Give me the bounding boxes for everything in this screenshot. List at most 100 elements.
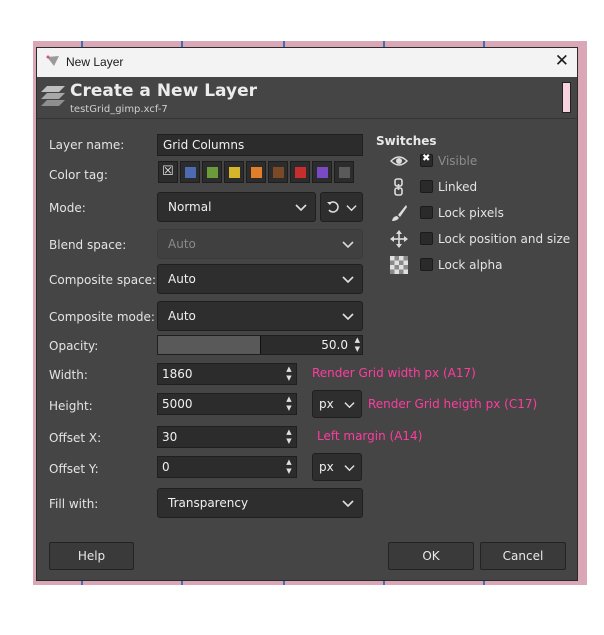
opacity-slider-fill bbox=[158, 336, 261, 354]
mode-dropdown[interactable]: Normal bbox=[157, 192, 316, 222]
eye-icon bbox=[390, 156, 408, 166]
chevron-down-icon bbox=[344, 402, 355, 409]
new-layer-icon bbox=[41, 86, 65, 106]
offset-x-spin-arrows[interactable]: ▲ ▼ bbox=[285, 428, 293, 446]
switch-linked: Linked bbox=[390, 178, 580, 198]
cancel-button[interactable]: Cancel bbox=[480, 542, 566, 570]
height-value: 5000 bbox=[162, 397, 193, 411]
composite-space-label: Composite space: bbox=[49, 273, 157, 287]
paintbrush-icon bbox=[392, 205, 407, 221]
lock-position-checkbox[interactable] bbox=[420, 232, 433, 245]
height-spinbutton[interactable]: 5000 ▲ ▼ bbox=[157, 393, 297, 415]
mode-group-toggle-button[interactable] bbox=[320, 192, 363, 222]
visible-checkbox[interactable] bbox=[420, 153, 433, 167]
color-tag-none[interactable]: ☒ bbox=[158, 161, 178, 183]
no-color-x-icon: ☒ bbox=[162, 164, 174, 179]
chevron-down-icon bbox=[295, 204, 307, 212]
color-tag-selector: ☒ bbox=[158, 161, 354, 185]
lock-pixels-checkbox[interactable] bbox=[420, 206, 433, 219]
offset-unit-value: px bbox=[319, 460, 334, 474]
layer-preview-thumbnail bbox=[562, 82, 571, 113]
canvas-grid-marks-top bbox=[33, 41, 587, 47]
move-arrows-icon bbox=[390, 230, 408, 248]
layer-name-input[interactable] bbox=[157, 134, 363, 156]
switch-lock-position: Lock position and size bbox=[390, 230, 580, 250]
fill-with-label: Fill with: bbox=[49, 497, 99, 511]
linked-label: Linked bbox=[438, 180, 478, 194]
height-spin-arrows[interactable]: ▲ ▼ bbox=[285, 395, 293, 413]
offset-x-annotation: Left margin (A14) bbox=[317, 429, 423, 443]
opacity-slider[interactable]: 50.0 ▲ ▼ bbox=[157, 335, 363, 355]
width-label: Width: bbox=[49, 368, 88, 382]
offset-unit-dropdown[interactable]: px bbox=[312, 453, 362, 481]
opacity-spin-arrows[interactable]: ▲ ▼ bbox=[355, 336, 360, 354]
chevron-down-icon bbox=[342, 276, 354, 284]
color-tag-label: Color tag: bbox=[49, 168, 108, 182]
mode-label: Mode: bbox=[49, 201, 86, 215]
close-icon[interactable]: ✕ bbox=[555, 51, 569, 71]
color-tag-brown[interactable] bbox=[268, 161, 288, 183]
offset-y-value: 0 bbox=[162, 460, 170, 474]
lock-alpha-checkbox[interactable] bbox=[420, 258, 433, 271]
cycle-icon bbox=[327, 201, 339, 213]
window-titlebar: New Layer ✕ bbox=[37, 48, 577, 77]
color-tag-violet[interactable] bbox=[312, 161, 332, 183]
image-name: testGrid_gimp.xcf-7 bbox=[70, 104, 168, 115]
width-spinbutton[interactable]: 1860 ▲ ▼ bbox=[157, 363, 297, 385]
opacity-label: Opacity: bbox=[49, 339, 99, 353]
composite-mode-value: Auto bbox=[168, 309, 196, 323]
height-label: Height: bbox=[49, 399, 93, 413]
blend-space-label: Blend space: bbox=[49, 238, 127, 252]
width-annotation: Render Grid width px (A17) bbox=[312, 366, 476, 380]
lock-pixels-label: Lock pixels bbox=[438, 206, 504, 220]
layer-name-label: Layer name: bbox=[49, 138, 125, 152]
size-unit-value: px bbox=[319, 397, 334, 411]
window-title: New Layer bbox=[66, 55, 124, 69]
composite-space-dropdown[interactable]: Auto bbox=[157, 264, 363, 294]
width-spin-arrows[interactable]: ▲ ▼ bbox=[285, 365, 293, 383]
switches-heading: Switches bbox=[376, 134, 437, 148]
fill-with-dropdown[interactable]: Transparency bbox=[157, 488, 363, 518]
visible-label: Visible bbox=[438, 154, 478, 168]
chevron-down-icon bbox=[344, 465, 355, 472]
chevron-down-icon bbox=[342, 241, 354, 249]
dialog-heading: Create a New Layer bbox=[70, 81, 257, 101]
chevron-down-icon bbox=[342, 500, 354, 508]
lock-position-label: Lock position and size bbox=[438, 232, 571, 246]
offset-y-label: Offset Y: bbox=[49, 462, 99, 476]
color-tag-blue[interactable] bbox=[180, 161, 200, 183]
composite-mode-label: Composite mode: bbox=[49, 310, 155, 324]
fill-with-value: Transparency bbox=[168, 496, 249, 510]
offset-x-spinbutton[interactable]: 30 ▲ ▼ bbox=[157, 426, 297, 448]
color-tag-yellow[interactable] bbox=[224, 161, 244, 183]
height-annotation: Render Grid heigth px (C17) bbox=[368, 397, 538, 411]
width-value: 1860 bbox=[162, 367, 193, 381]
help-button[interactable]: Help bbox=[49, 542, 134, 570]
lock-alpha-label: Lock alpha bbox=[438, 258, 503, 272]
linked-checkbox[interactable] bbox=[420, 180, 433, 193]
switch-lock-pixels: Lock pixels bbox=[390, 204, 580, 224]
color-tag-green[interactable] bbox=[202, 161, 222, 183]
checkerboard-icon bbox=[390, 256, 408, 274]
switch-lock-alpha: Lock alpha bbox=[390, 256, 580, 276]
offset-x-label: Offset X: bbox=[49, 431, 102, 445]
chevron-down-icon bbox=[342, 313, 354, 321]
color-tag-gray[interactable] bbox=[334, 161, 354, 183]
offset-y-spin-arrows[interactable]: ▲ ▼ bbox=[285, 458, 293, 476]
offset-y-spinbutton[interactable]: 0 ▲ ▼ bbox=[157, 456, 297, 478]
composite-space-value: Auto bbox=[168, 272, 196, 286]
size-unit-dropdown[interactable]: px bbox=[312, 390, 362, 418]
switch-visible: Visible bbox=[390, 152, 580, 172]
new-layer-dialog: New Layer ✕ Create a New Layer testGrid_… bbox=[37, 48, 577, 580]
chain-icon bbox=[394, 178, 403, 196]
offset-x-value: 30 bbox=[162, 430, 178, 444]
chevron-down-icon bbox=[346, 205, 357, 212]
blend-space-dropdown[interactable]: Auto bbox=[157, 229, 363, 259]
color-tag-red[interactable] bbox=[290, 161, 310, 183]
color-tag-orange[interactable] bbox=[246, 161, 266, 183]
composite-mode-dropdown[interactable]: Auto bbox=[157, 301, 363, 331]
blend-space-value: Auto bbox=[168, 237, 196, 251]
gimp-window-icon bbox=[46, 55, 60, 70]
opacity-value: 50.0 bbox=[321, 338, 348, 352]
ok-button[interactable]: OK bbox=[388, 542, 474, 570]
